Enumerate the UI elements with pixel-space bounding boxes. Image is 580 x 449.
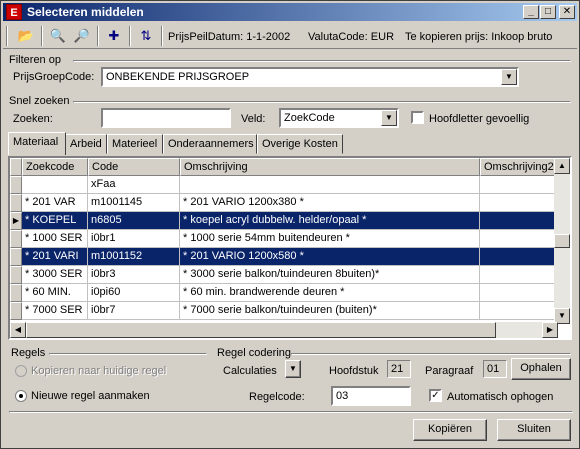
tab-materieel[interactable]: Materieel: [107, 134, 163, 154]
automatisch-label: Automatisch ophogen: [447, 391, 554, 403]
codering-section-label: Regel codering: [217, 347, 291, 359]
prijsgroep-value: ONBEKENDE PRIJSGROEP: [106, 71, 250, 83]
dialog-window: E Selecteren middelen _ □ ✕ 📂 🔍 🔎 ✚ ⇅ Pr…: [0, 0, 580, 449]
title-bar[interactable]: E Selecteren middelen _ □ ✕: [3, 3, 577, 21]
kopieren-button[interactable]: Kopiëren: [413, 419, 487, 441]
hoofdstuk-value: 21: [387, 360, 411, 378]
row-indicator[interactable]: [10, 230, 22, 248]
current-row-arrow-icon[interactable]: ▶: [10, 212, 22, 230]
veld-value: ZoekCode: [284, 112, 335, 124]
chevron-down-icon[interactable]: ▼: [501, 69, 517, 85]
window-title: Selecteren middelen: [27, 5, 144, 19]
tab-onderaannemers[interactable]: Onderaannemers: [163, 134, 257, 154]
col-omschrijving[interactable]: Omschrijving: [180, 158, 480, 176]
refresh-icon[interactable]: ⇅: [135, 26, 157, 46]
nieuwe-regel-radio[interactable]: [15, 390, 27, 402]
toolbar: 📂 🔍 🔎 ✚ ⇅ PrijsPeilDatum: 1-1-2002 Valut…: [3, 23, 577, 49]
col-omschrijving2[interactable]: Omschrijving2: [480, 158, 558, 176]
chevron-down-icon[interactable]: ▼: [285, 360, 301, 378]
row-indicator[interactable]: [10, 176, 22, 194]
filter-section-label: Filteren op: [9, 54, 61, 66]
open-folder-icon[interactable]: 📂: [15, 26, 37, 46]
find-binoculars-icon[interactable]: 🔍: [47, 26, 69, 46]
search-section-label: Snel zoeken: [9, 95, 70, 107]
hoofdstuk-label: Hoofdstuk: [329, 365, 379, 377]
zoeken-label: Zoeken:: [13, 113, 53, 125]
regelcode-label: Regelcode:: [249, 391, 305, 403]
sluiten-button[interactable]: Sluiten: [497, 419, 571, 441]
tab-materiaal[interactable]: Materiaal: [8, 132, 66, 155]
regels-divider: [49, 353, 207, 355]
prijspeil-label: PrijsPeilDatum: 1-1-2002: [168, 31, 291, 43]
toolbar-separator: [41, 26, 43, 46]
regels-section-label: Regels: [11, 347, 46, 359]
table-row[interactable]: * 201 VAR m1001145 * 201 VARIO 1200x380 …: [10, 194, 558, 212]
tab-overige-kosten[interactable]: Overige Kosten: [257, 134, 343, 154]
paragraaf-label: Paragraaf: [425, 365, 474, 377]
col-zoekcode[interactable]: Zoekcode: [22, 158, 88, 176]
kopieren-radio-label: Kopieren naar huidige regel: [31, 365, 167, 377]
table-row[interactable]: * 60 MIN. i0pi60 * 60 min. brandwerende …: [10, 284, 558, 302]
horizontal-scrollbar[interactable]: ◀ ▶: [10, 322, 558, 338]
find-next-icon[interactable]: 🔎: [71, 26, 93, 46]
kopieren-radio[interactable]: [15, 365, 27, 377]
zoeken-input[interactable]: [101, 108, 231, 128]
paragraaf-value: 01: [483, 360, 507, 378]
table-row[interactable]: * 7000 SER i0br7 * 7000 serie balkon/tui…: [10, 302, 558, 320]
search-divider: [73, 101, 571, 103]
hoofdletter-checkbox[interactable]: [411, 111, 424, 124]
codering-divider: [291, 353, 571, 355]
bottom-divider: [9, 411, 573, 413]
kopieren-prijs-label: Te kopieren prijs: Inkoop bruto: [405, 31, 553, 43]
row-indicator[interactable]: [10, 248, 22, 266]
table-row[interactable]: * 3000 SER i0br3 * 3000 serie balkon/tui…: [10, 266, 558, 284]
row-indicator[interactable]: [10, 302, 22, 320]
materiaal-grid[interactable]: Zoekcode Code Omschrijving Omschrijving2…: [8, 156, 572, 340]
table-row[interactable]: * 201 VARI m1001152 * 201 VARIO 1200x580…: [10, 248, 558, 266]
vertical-scroll-thumb[interactable]: [554, 234, 570, 248]
vertical-scrollbar[interactable]: ▲ ▼: [554, 158, 570, 324]
row-indicator[interactable]: [10, 194, 22, 212]
nieuwe-regel-label: Nieuwe regel aanmaken: [31, 390, 150, 402]
table-row[interactable]: * 1000 SER i0br1 * 1000 serie 54mm buite…: [10, 230, 558, 248]
valuta-label: ValutaCode: EUR: [308, 31, 395, 43]
chevron-down-icon[interactable]: ▼: [381, 110, 397, 126]
scroll-left-icon[interactable]: ◀: [10, 322, 26, 338]
automatisch-checkbox[interactable]: ✓: [429, 389, 442, 402]
horizontal-scroll-thumb[interactable]: [26, 322, 496, 338]
toolbar-separator: [129, 26, 131, 46]
col-code[interactable]: Code: [88, 158, 180, 176]
ophalen-button[interactable]: Ophalen: [511, 358, 571, 380]
veld-label: Veld:: [241, 113, 266, 125]
app-logo-icon: E: [6, 4, 22, 20]
row-indicator[interactable]: [10, 266, 22, 284]
toolbar-grip: [6, 26, 8, 46]
grid-corner: [10, 158, 22, 176]
prijsgroep-combo[interactable]: ONBEKENDE PRIJSGROEP ▼: [101, 67, 519, 87]
calculaties-label: Calculaties: [223, 365, 277, 377]
tab-arbeid[interactable]: Arbeid: [65, 134, 107, 154]
minimize-button[interactable]: _: [523, 5, 539, 19]
prijsgroep-label: PrijsGroepCode:: [13, 71, 95, 83]
row-indicator[interactable]: [10, 284, 22, 302]
veld-combo[interactable]: ZoekCode ▼: [279, 108, 399, 128]
toolbar-separator: [161, 26, 163, 46]
close-button[interactable]: ✕: [559, 5, 575, 19]
scroll-up-icon[interactable]: ▲: [554, 158, 570, 174]
maximize-button[interactable]: □: [540, 5, 556, 19]
regelcode-input[interactable]: 03: [331, 386, 411, 406]
scroll-right-icon[interactable]: ▶: [542, 322, 558, 338]
filter-divider: [73, 60, 571, 62]
hoofdletter-label: Hoofdletter gevoellig: [429, 113, 530, 125]
toolbar-separator: [97, 26, 99, 46]
add-plus-icon[interactable]: ✚: [103, 26, 125, 46]
table-row[interactable]: xFaa: [10, 176, 558, 194]
table-row[interactable]: ▶ * KOEPEL n6805 * koepel acryl dubbelw.…: [10, 212, 558, 230]
